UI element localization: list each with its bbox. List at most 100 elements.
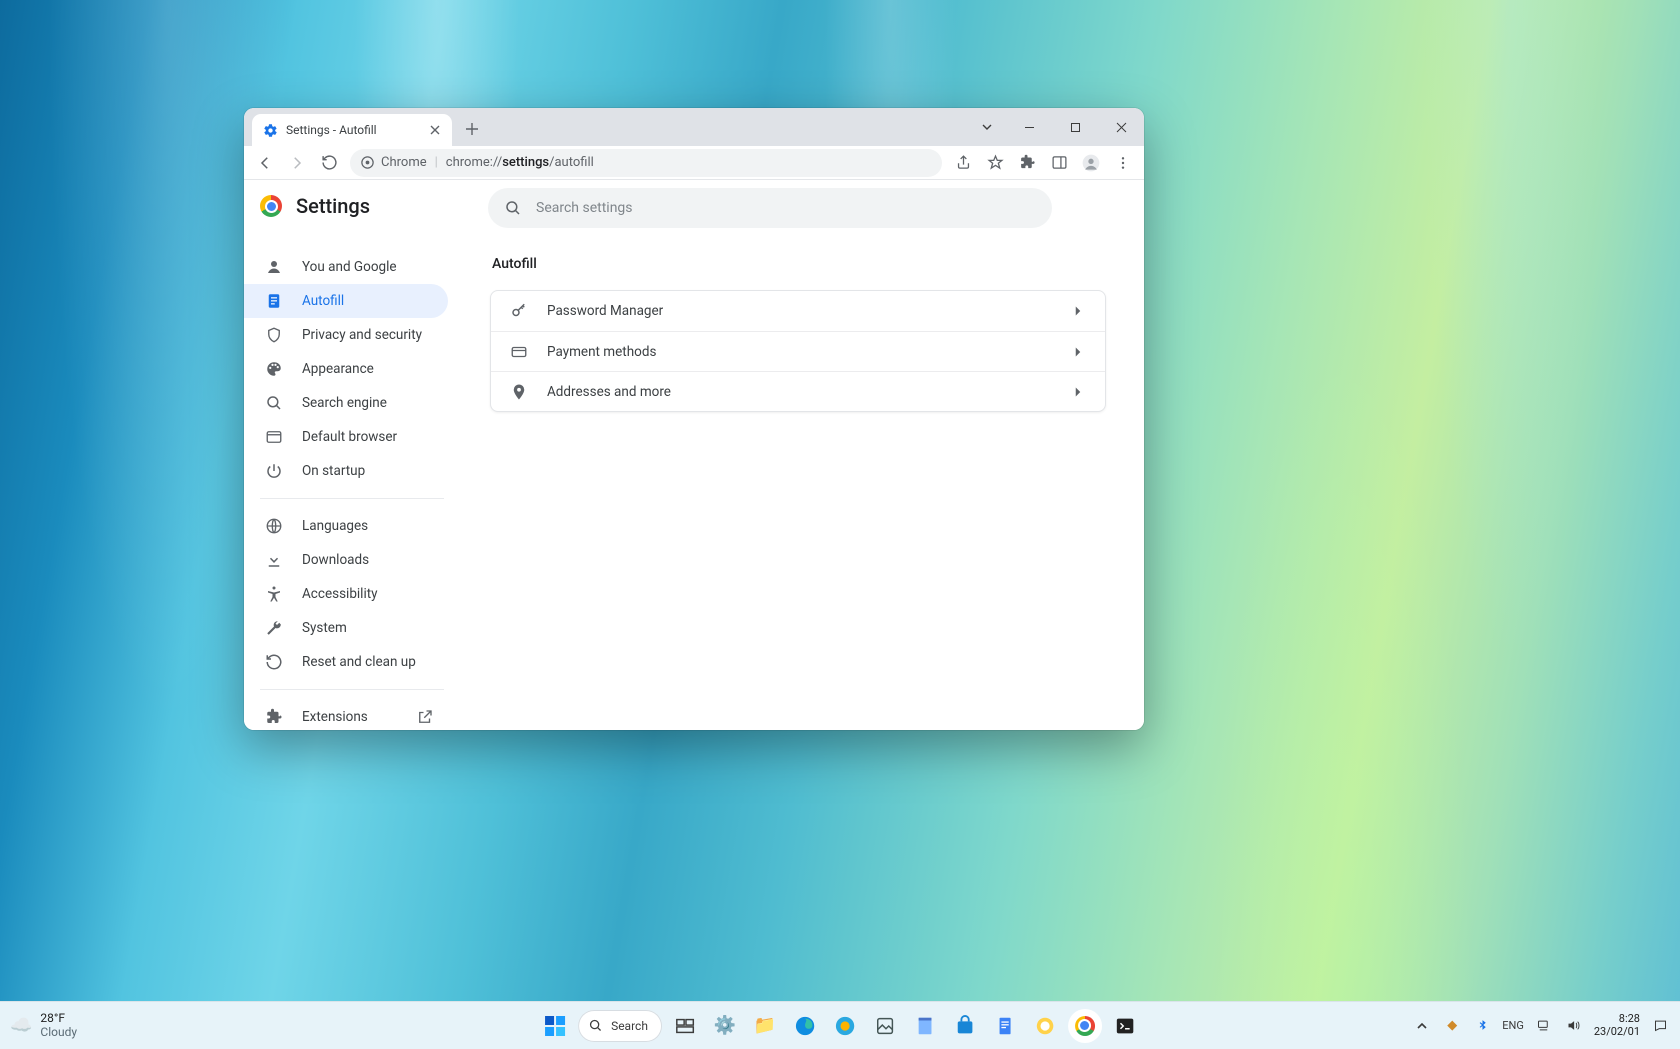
autofill-row-payment-methods[interactable]: Payment methods	[491, 331, 1105, 371]
sidebar-item-you-and-google[interactable]: You and Google	[244, 250, 448, 284]
cloud-icon: ☁️	[10, 1016, 32, 1036]
chevron-right-icon	[1069, 302, 1087, 320]
sidebar-item-autofill[interactable]: Autofill	[244, 284, 448, 318]
sidebar-item-accessibility[interactable]: Accessibility	[244, 577, 448, 611]
globe-icon	[264, 516, 284, 536]
system-tray: ◆ ENG 8:28 23/02/01	[1412, 1013, 1670, 1037]
taskbar-app-store[interactable]	[948, 1009, 982, 1043]
back-button[interactable]	[250, 148, 280, 178]
browser-tab[interactable]: Settings - Autofill	[252, 114, 452, 146]
card-icon	[509, 343, 529, 361]
download-icon	[264, 550, 284, 570]
tab-close-button[interactable]	[426, 121, 444, 139]
power-icon	[264, 461, 284, 481]
taskbar-app-browser2[interactable]	[828, 1009, 862, 1043]
bookmark-button[interactable]	[980, 148, 1010, 178]
extension-icon	[264, 707, 284, 727]
sidebar-item-search-engine[interactable]: Search engine	[244, 386, 448, 420]
palette-icon	[264, 359, 284, 379]
settings-heading: Settings	[260, 194, 370, 218]
sidebar-item-label: Privacy and security	[302, 327, 422, 343]
sidebar-item-downloads[interactable]: Downloads	[244, 543, 448, 577]
tab-search-button[interactable]	[968, 108, 1006, 146]
sidebar-item-extensions[interactable]: Extensions	[244, 700, 448, 730]
settings-search-input[interactable]	[536, 200, 1036, 216]
reload-button[interactable]	[314, 148, 344, 178]
person-icon	[264, 257, 284, 277]
restore-icon	[264, 652, 284, 672]
address-bar[interactable]: Chrome | chrome://settings/autofill	[350, 149, 942, 177]
taskbar: ☁️ 28°F Cloudy Search ⚙️ 📁	[0, 1001, 1680, 1049]
search-icon	[588, 1018, 603, 1033]
site-info-icon[interactable]: Chrome	[360, 155, 427, 170]
bluetooth-icon[interactable]	[1472, 1016, 1492, 1036]
taskbar-app-generic2[interactable]	[1028, 1009, 1062, 1043]
taskbar-search[interactable]: Search	[578, 1010, 662, 1042]
sidebar-item-label: Reset and clean up	[302, 654, 416, 670]
taskbar-app-settings[interactable]: ⚙️	[708, 1009, 742, 1043]
autofill-row-addresses-and-more[interactable]: Addresses and more	[491, 371, 1105, 411]
accessibility-icon	[264, 584, 284, 604]
tray-overflow-button[interactable]	[1412, 1016, 1432, 1036]
sidebar-item-label: Search engine	[302, 395, 387, 411]
notifications-button[interactable]	[1650, 1016, 1670, 1036]
section-title: Autofill	[492, 256, 1106, 272]
tab-strip: Settings - Autofill	[244, 108, 1144, 146]
browser-toolbar: Chrome | chrome://settings/autofill	[244, 146, 1144, 180]
sidebar-item-on-startup[interactable]: On startup	[244, 454, 448, 488]
sidebar-item-label: Languages	[302, 518, 368, 534]
network-icon[interactable]	[1534, 1016, 1554, 1036]
browser-icon	[264, 427, 284, 447]
maximize-button[interactable]	[1052, 108, 1098, 146]
settings-search[interactable]	[488, 188, 1052, 228]
window-controls	[968, 108, 1144, 146]
place-icon	[509, 383, 529, 401]
close-window-button[interactable]	[1098, 108, 1144, 146]
taskbar-weather[interactable]: ☁️ 28°F Cloudy	[10, 1012, 77, 1038]
profile-button[interactable]	[1076, 148, 1106, 178]
taskbar-app-explorer[interactable]: 📁	[748, 1009, 782, 1043]
forward-button[interactable]	[282, 148, 312, 178]
sidebar-item-label: You and Google	[302, 259, 397, 275]
sidebar-item-default-browser[interactable]: Default browser	[244, 420, 448, 454]
taskbar-app-chrome[interactable]	[1068, 1009, 1102, 1043]
chrome-menu-button[interactable]	[1108, 148, 1138, 178]
taskbar-app-terminal[interactable]	[1108, 1009, 1142, 1043]
search-icon	[264, 393, 284, 413]
chrome-window: Settings - Autofill	[244, 108, 1144, 730]
omnibox-chip-label: Chrome	[381, 155, 427, 170]
share-button[interactable]	[948, 148, 978, 178]
page-title: Settings	[296, 194, 370, 218]
sidebar-item-languages[interactable]: Languages	[244, 509, 448, 543]
sidebar-item-label: Extensions	[302, 709, 368, 725]
extensions-button[interactable]	[1012, 148, 1042, 178]
taskbar-search-label: Search	[611, 1019, 648, 1033]
taskbar-app-generic1[interactable]	[868, 1009, 902, 1043]
search-icon	[504, 199, 522, 217]
omnibox-url: chrome://settings/autofill	[446, 155, 594, 170]
minimize-button[interactable]	[1006, 108, 1052, 146]
chevron-right-icon	[1069, 343, 1087, 361]
weather-desc: Cloudy	[40, 1026, 77, 1039]
sidebar-item-reset-and-clean-up[interactable]: Reset and clean up	[244, 645, 448, 679]
taskbar-app-notes[interactable]	[908, 1009, 942, 1043]
taskbar-app-edge[interactable]	[788, 1009, 822, 1043]
sidebar-item-label: System	[302, 620, 347, 636]
key-icon	[509, 302, 529, 320]
task-view-button[interactable]	[668, 1009, 702, 1043]
sidebar-item-system[interactable]: System	[244, 611, 448, 645]
sidebar-item-label: Appearance	[302, 361, 374, 377]
autofill-row-password-manager[interactable]: Password Manager	[491, 291, 1105, 331]
sidebar-item-privacy-and-security[interactable]: Privacy and security	[244, 318, 448, 352]
settings-content: You and Google Autofill Privacy and securi…	[244, 180, 1144, 730]
new-tab-button[interactable]	[458, 115, 486, 143]
sidebar-item-appearance[interactable]: Appearance	[244, 352, 448, 386]
tray-security-icon[interactable]: ◆	[1442, 1016, 1462, 1036]
taskbar-app-docs[interactable]	[988, 1009, 1022, 1043]
volume-icon[interactable]	[1564, 1016, 1584, 1036]
language-indicator[interactable]: ENG	[1502, 1016, 1524, 1036]
start-button[interactable]	[538, 1009, 572, 1043]
autofill-icon	[264, 291, 284, 311]
side-panel-button[interactable]	[1044, 148, 1074, 178]
taskbar-clock[interactable]: 8:28 23/02/01	[1594, 1013, 1640, 1037]
